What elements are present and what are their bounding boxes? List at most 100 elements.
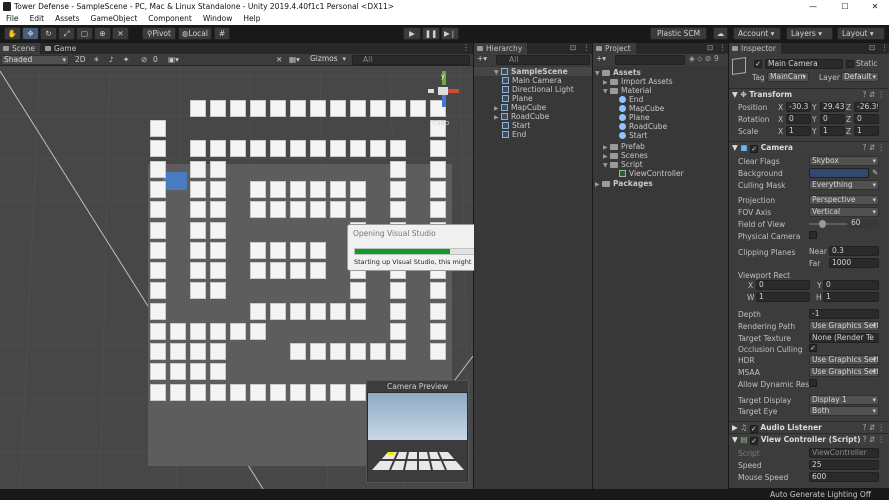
menu-help[interactable]: Help	[237, 13, 265, 25]
map-cube[interactable]	[330, 303, 346, 320]
map-cube[interactable]	[270, 242, 286, 259]
position-y-label[interactable]: Y	[812, 103, 817, 112]
map-cube[interactable]	[150, 282, 166, 299]
map-cube[interactable]	[230, 323, 246, 340]
hierarchy-search-input[interactable]: All	[496, 55, 590, 65]
map-cube[interactable]	[250, 100, 266, 117]
map-cube[interactable]	[210, 222, 226, 239]
map-cube[interactable]	[310, 242, 326, 259]
speed-field[interactable]: 25	[809, 460, 879, 470]
position-x-field[interactable]: -30.3	[786, 102, 811, 112]
map-cube[interactable]	[310, 384, 326, 401]
menu-component[interactable]: Component	[142, 13, 197, 25]
map-cube[interactable]	[250, 384, 266, 401]
map-cube[interactable]	[390, 343, 406, 360]
map-cube[interactable]	[350, 303, 366, 320]
camera-row-value[interactable]: Use Graphics Sett	[809, 355, 879, 365]
camera-row-value[interactable]: -1	[809, 309, 879, 319]
fov-value-field[interactable]: 60	[849, 219, 879, 229]
map-cube[interactable]	[350, 282, 366, 299]
active-checkbox[interactable]: ✓	[754, 60, 762, 68]
position-y-field[interactable]: 29.43	[820, 102, 845, 112]
background-color-swatch[interactable]	[809, 168, 869, 178]
rotation-z-label[interactable]: Z	[846, 115, 851, 124]
map-cube[interactable]	[150, 262, 166, 279]
tab-project[interactable]: Project	[593, 43, 636, 54]
layer-dropdown[interactable]: Default	[841, 72, 879, 82]
map-cube[interactable]	[210, 282, 226, 299]
scale-y-field[interactable]: 1	[820, 126, 845, 136]
play-button[interactable]: ▶	[403, 27, 421, 40]
map-cube[interactable]	[150, 323, 166, 340]
maximize-button[interactable]: ☐	[830, 0, 860, 13]
map-cube[interactable]	[150, 303, 166, 320]
map-cube[interactable]	[150, 181, 166, 198]
map-cube[interactable]	[430, 181, 446, 198]
custom-tool-icon[interactable]: ✕	[112, 27, 129, 40]
hierarchy-item-start[interactable]: Start	[502, 121, 530, 130]
map-cube[interactable]	[210, 181, 226, 198]
map-cube[interactable]	[430, 140, 446, 157]
position-x-label[interactable]: X	[778, 103, 783, 112]
scale-tool-icon[interactable]: ⤢	[58, 27, 75, 40]
map-cube[interactable]	[210, 100, 226, 117]
map-cube[interactable]	[150, 201, 166, 218]
hand-tool-icon[interactable]: ✋	[4, 27, 21, 40]
map-cube[interactable]	[290, 262, 306, 279]
map-cube[interactable]	[330, 343, 346, 360]
map-cube[interactable]	[190, 323, 206, 340]
scene-orientation-gizmo[interactable]: y z ◁Top	[423, 71, 465, 127]
map-cube[interactable]	[350, 140, 366, 157]
lighting-toggle-icon[interactable]: ☀	[93, 55, 100, 64]
map-cube[interactable]	[370, 140, 386, 157]
account-dropdown[interactable]: Account ▾	[733, 27, 781, 40]
map-cube[interactable]	[250, 140, 266, 157]
map-cube[interactable]	[230, 384, 246, 401]
2d-toggle[interactable]: 2D	[75, 55, 86, 64]
map-cube[interactable]	[270, 201, 286, 218]
rotate-tool-icon[interactable]: ↻	[40, 27, 57, 40]
menu-file[interactable]: File	[0, 13, 24, 25]
rotation-z-field[interactable]: 0	[854, 114, 879, 124]
map-cube[interactable]	[170, 343, 186, 360]
local-toggle[interactable]: ◍Local	[178, 27, 212, 40]
project-packages-folder[interactable]: ▶ Packages	[595, 179, 653, 188]
map-cube[interactable]	[190, 282, 206, 299]
map-cube[interactable]	[430, 323, 446, 340]
map-cube[interactable]	[310, 262, 326, 279]
component-menu-icon[interactable]: ? ⇵ ⋮	[862, 434, 885, 445]
map-cube[interactable]	[190, 140, 206, 157]
map-cube[interactable]	[210, 384, 226, 401]
map-cube[interactable]	[290, 181, 306, 198]
near-field[interactable]: 0.3	[829, 246, 879, 256]
scene-viewport[interactable]: y z ◁Top Camera Preview	[0, 66, 473, 500]
map-cube[interactable]	[230, 140, 246, 157]
map-cube[interactable]	[330, 201, 346, 218]
transform-tool-icon[interactable]: ⊕	[94, 27, 111, 40]
scale-x-label[interactable]: X	[778, 127, 783, 136]
map-cube[interactable]	[270, 140, 286, 157]
map-cube[interactable]	[330, 181, 346, 198]
map-cube[interactable]	[190, 181, 206, 198]
project-scenes-folder[interactable]: ▶ Scenes	[603, 151, 648, 160]
map-cube[interactable]	[190, 363, 206, 380]
material-item-start[interactable]: Start	[619, 131, 647, 140]
tools-icon[interactable]: ✕	[276, 55, 282, 64]
map-cube[interactable]	[310, 201, 326, 218]
map-cube[interactable]	[190, 201, 206, 218]
hidden-packages-icon[interactable]: ⊘	[705, 54, 711, 63]
map-cube[interactable]	[190, 222, 206, 239]
map-cube[interactable]	[430, 343, 446, 360]
camera-row-value[interactable]: Skybox	[809, 156, 879, 166]
map-cube[interactable]	[370, 343, 386, 360]
map-cube[interactable]	[150, 343, 166, 360]
map-cube[interactable]	[150, 242, 166, 259]
map-cube[interactable]	[390, 100, 406, 117]
component-menu-icon[interactable]: ? ⇵ ⋮	[862, 142, 885, 153]
map-cube[interactable]	[430, 303, 446, 320]
camera-row-checkbox[interactable]	[809, 379, 817, 387]
rect-tool-icon[interactable]: ▢	[76, 27, 93, 40]
map-cube[interactable]	[350, 100, 366, 117]
map-cube[interactable]	[350, 384, 366, 401]
project-prefab-folder[interactable]: ▶ Prefab	[603, 142, 645, 151]
